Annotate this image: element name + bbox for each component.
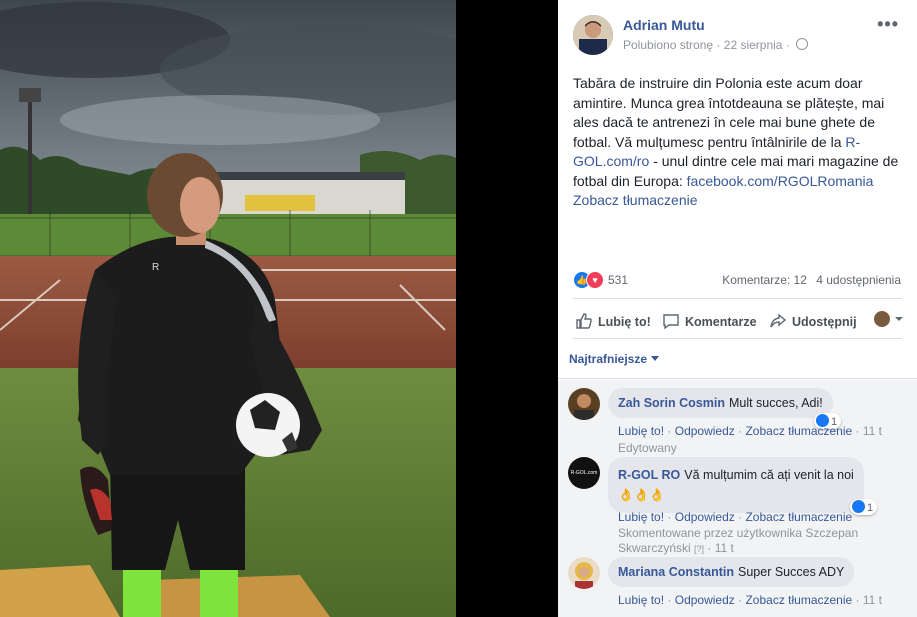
meta-separator: · — [785, 38, 790, 52]
comments-count[interactable]: Komentarze: 12 — [722, 273, 807, 287]
see-translation-link[interactable]: Zobacz tłumaczenie — [573, 192, 698, 208]
like-button-label: Lubię to! — [598, 315, 651, 329]
share-button-label: Udostępnij — [792, 315, 857, 329]
comment-translate-link[interactable]: Zobacz tłumaczenie — [745, 593, 852, 607]
post-counts: Komentarze: 12 4 udostępnienia — [716, 273, 901, 287]
love-reaction-icon: ♥ — [586, 271, 604, 289]
comment-translate-link[interactable]: Zobacz tłumaczenie — [745, 424, 852, 438]
commenter-name[interactable]: Zah Sorin Cosmin — [618, 396, 725, 410]
divider — [573, 298, 902, 299]
share-button[interactable]: Udostępnij — [769, 312, 857, 330]
comment-button[interactable]: Komentarze — [662, 312, 757, 330]
divider — [558, 378, 917, 379]
like-reaction-icon — [852, 500, 865, 513]
divider — [573, 338, 902, 339]
comment-text: Vă mulțumim că ați venit la noi — [684, 468, 854, 482]
commented-by-text: Skomentowane przez użytkownika Szczepan … — [618, 526, 859, 555]
commenter-name[interactable]: Mariana Constantin — [618, 565, 734, 579]
audience-selector[interactable] — [873, 310, 905, 331]
comment-button-label: Komentarze — [685, 315, 757, 329]
commenter-avatar[interactable] — [568, 557, 600, 589]
comment-bubble: Zah Sorin Cosmin Mult succes, Adi! — [608, 388, 833, 418]
comment-bubble: R-GOL RO Vă mulțumim că ați venit la noi … — [608, 457, 864, 513]
meta-separator: · — [716, 38, 721, 52]
comment-like-link[interactable]: Lubię to! — [618, 510, 664, 524]
post-meta: Polubiono stronę · 22 sierpnia · — [623, 38, 809, 52]
comment-like-link[interactable]: Lubię to! — [618, 593, 664, 607]
svg-text:R: R — [152, 262, 159, 273]
commented-by-note: Skomentowane przez użytkownika Szczepan … — [618, 526, 859, 555]
post-actions: Lubię to! Komentarze Udostępnij — [573, 305, 905, 335]
facebook-link[interactable]: facebook.com/RGOLRomania — [687, 173, 874, 189]
reactions-summary[interactable]: 👍 ♥ 531 — [573, 271, 628, 289]
commenter-avatar[interactable] — [568, 388, 600, 420]
comment-actions: Lubię to! · Odpowiedz · Zobacz tłumaczen… — [618, 593, 882, 607]
comment-translate-link[interactable]: Zobacz tłumaczenie — [745, 510, 852, 524]
more-options-icon[interactable]: ••• — [877, 14, 899, 35]
globe-icon — [796, 38, 809, 50]
comment-filter-label: Najtrafniejsze — [569, 352, 648, 366]
rgol-avatar-logo: R-GOL.com — [570, 470, 598, 476]
comment-time[interactable]: 11 t — [863, 593, 882, 607]
share-icon — [770, 313, 787, 328]
author-avatar[interactable] — [573, 15, 613, 55]
commenter-name[interactable]: R-GOL RO — [618, 468, 680, 482]
post-photo[interactable]: R — [0, 0, 456, 617]
comment-actions: Lubię to! · Odpowiedz · Zobacz tłumaczen… — [618, 424, 882, 438]
comment-actions: Lubię to! · Odpowiedz · Zobacz tłumaczen… — [618, 510, 853, 524]
comment-emojis: 👌👌👌 — [618, 488, 665, 502]
comment-time[interactable]: 11 t — [715, 541, 734, 555]
comment-edited: Edytowany — [618, 441, 677, 455]
comment-like-link[interactable]: Lubię to! — [618, 424, 664, 438]
help-link[interactable]: [?] — [694, 544, 704, 554]
chevron-down-icon — [895, 317, 903, 321]
author-name[interactable]: Adrian Mutu — [623, 17, 705, 33]
comment-text: Mult succes, Adi! — [728, 396, 823, 410]
thumbs-up-icon — [576, 313, 592, 329]
comment-filter-dropdown[interactable]: Najtrafniejsze — [569, 352, 660, 366]
like-button[interactable]: Lubię to! — [575, 312, 651, 330]
comment-reaction-count[interactable]: 1 — [850, 499, 878, 515]
liked-page-label: Polubiono stronę — [623, 38, 714, 52]
comments-section: Zah Sorin Cosmin Mult succes, Adi! 1 Lubi… — [558, 380, 917, 617]
post-text: Tabăra de instruire din Polonia este acu… — [573, 74, 903, 211]
comment-bubble: Mariana Constantin Super Succes ADY — [608, 557, 855, 587]
post-text-main: Tabăra de instruire din Polonia este acu… — [573, 75, 885, 150]
comment-text: Super Succes ADY — [738, 565, 845, 579]
comment-icon — [663, 314, 679, 330]
user-avatar-icon — [874, 311, 890, 327]
shares-count[interactable]: 4 udostępnienia — [816, 273, 901, 287]
comment-reply-link[interactable]: Odpowiedz — [675, 424, 735, 438]
comment-reaction-number: 1 — [867, 502, 874, 514]
comment-time[interactable]: 11 t — [863, 424, 882, 438]
post-date[interactable]: 22 sierpnia — [724, 38, 783, 52]
comment-reply-link[interactable]: Odpowiedz — [675, 593, 735, 607]
comment-reply-link[interactable]: Odpowiedz — [675, 510, 735, 524]
commenter-avatar[interactable]: R-GOL.com — [568, 457, 600, 489]
caret-down-icon — [651, 356, 660, 361]
post-panel: Adrian Mutu Polubiono stronę · 22 sierpn… — [558, 0, 917, 617]
reactions-count: 531 — [608, 273, 629, 287]
